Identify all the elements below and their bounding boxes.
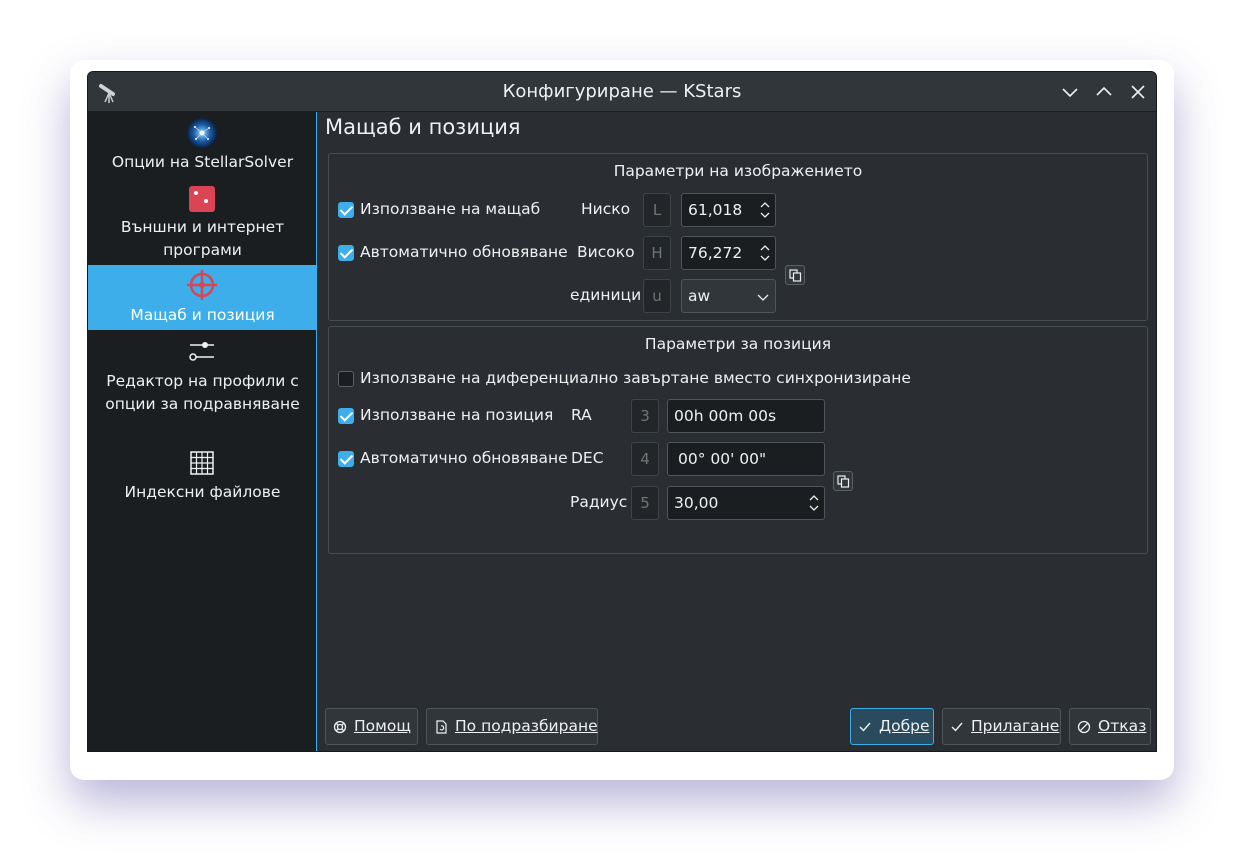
dec-input[interactable]: 00° 00' 00" xyxy=(667,442,825,476)
close-icon xyxy=(1131,85,1145,99)
help-button[interactable]: Помощ xyxy=(325,708,418,745)
minimize-button[interactable] xyxy=(1060,82,1080,102)
defaults-button[interactable]: По подразбиране xyxy=(426,708,598,745)
units-select[interactable]: aw xyxy=(681,279,776,313)
cancel-label: Отказ xyxy=(1098,717,1147,735)
differential-slewing-checkbox[interactable] xyxy=(338,371,354,387)
low-spinbox[interactable]: 61,018 xyxy=(681,193,776,227)
ok-label: Добре xyxy=(879,717,930,735)
stellarsolver-icon xyxy=(187,118,217,148)
use-position-checkbox[interactable] xyxy=(338,408,354,424)
crosshair-icon xyxy=(187,270,217,300)
copy-icon xyxy=(789,269,802,282)
sidebar-item-index-files[interactable]: Индексни файлове xyxy=(88,445,317,509)
sidebar-item-label: Индексни файлове xyxy=(124,483,281,501)
group-title: Параметри за позиция xyxy=(644,335,832,353)
auto-update-position-label: Автоматично обновяване xyxy=(360,449,568,467)
radius-label: Радиус xyxy=(570,493,628,511)
high-label: Високо xyxy=(577,243,635,261)
sidebar-item-label: Редактор на профили с опции за подравняв… xyxy=(105,372,300,413)
units-label: единици xyxy=(570,286,642,304)
help-label: Помощ xyxy=(354,717,411,735)
window-title: Конфигуриране — KStars xyxy=(502,81,742,102)
sidebar: Опции на StellarSolver Външни и интернет… xyxy=(88,112,317,751)
sidebar-item-scale-position[interactable]: Мащаб и позиция xyxy=(88,265,317,330)
differential-slewing-label: Използване на диференциално завъртане вм… xyxy=(360,369,911,387)
group-title: Параметри на изображението xyxy=(613,162,863,180)
auto-update-position-checkbox[interactable] xyxy=(338,451,354,467)
dec-key-box: 4 xyxy=(631,442,659,476)
high-value: 76,272 xyxy=(688,244,743,262)
close-button[interactable] xyxy=(1128,82,1148,102)
auto-update-checkbox[interactable] xyxy=(338,245,354,261)
sidebar-item-profile-editor[interactable]: Редактор на профили с опции за подравняв… xyxy=(88,331,317,443)
checkmark-icon xyxy=(951,722,963,732)
auto-update-label: Автоматично обновяване xyxy=(360,243,568,261)
sidebar-item-label: Мащаб и позиция xyxy=(130,306,275,324)
radius-value: 30,00 xyxy=(674,494,719,512)
sidebar-item-external-programs[interactable]: Външни и интернет програми xyxy=(88,176,317,264)
copy-scale-button[interactable] xyxy=(785,265,805,285)
radius-key-box: 5 xyxy=(631,486,659,520)
spin-arrows-icon[interactable] xyxy=(759,241,771,265)
units-value: aw xyxy=(688,287,711,305)
sidebar-item-label: Опции на StellarSolver xyxy=(111,153,294,171)
dec-label: DEC xyxy=(571,449,604,467)
low-value: 61,018 xyxy=(688,201,743,219)
document-reset-icon xyxy=(436,720,447,734)
low-key-box: L xyxy=(643,193,671,227)
chevron-down-icon xyxy=(1062,88,1078,98)
defaults-label: По подразбиране xyxy=(455,717,598,735)
maximize-button[interactable] xyxy=(1094,82,1114,102)
use-scale-checkbox[interactable] xyxy=(338,202,354,218)
high-key-box: H xyxy=(643,236,671,270)
ra-input[interactable]: 00h 00m 00s xyxy=(667,399,825,433)
use-scale-label: Използване на мащаб xyxy=(360,200,541,218)
ra-key-box: 3 xyxy=(631,399,659,433)
spin-arrows-icon[interactable] xyxy=(808,491,820,515)
ok-button[interactable]: Добре xyxy=(850,708,934,745)
apply-button[interactable]: Прилагане xyxy=(942,708,1061,745)
page-title: Мащаб и позиция xyxy=(325,115,521,139)
copy-position-button[interactable] xyxy=(833,471,853,491)
copy-icon xyxy=(837,475,850,488)
sidebar-item-stellarsolver[interactable]: Опции на StellarSolver xyxy=(88,112,317,176)
sliders-icon xyxy=(189,342,214,361)
settings-page: Мащаб и позиция Параметри на изображение… xyxy=(318,112,1156,751)
low-label: Ниско xyxy=(581,200,631,218)
use-position-label: Използване на позиция xyxy=(360,406,554,424)
external-programs-icon xyxy=(189,186,215,212)
cancel-icon xyxy=(1077,720,1091,734)
image-params-group: Параметри на изображението Използване на… xyxy=(328,153,1148,321)
spin-arrows-icon[interactable] xyxy=(759,198,771,222)
config-dialog: Конфигуриране — KStars Опции на StellarS… xyxy=(87,71,1157,752)
radius-spinbox[interactable]: 30,00 xyxy=(667,486,825,520)
apply-label: Прилагане xyxy=(971,717,1060,735)
lifebuoy-icon xyxy=(333,720,347,734)
high-spinbox[interactable]: 76,272 xyxy=(681,236,776,270)
chevron-up-icon xyxy=(1096,86,1112,96)
grid-icon xyxy=(190,451,214,475)
ra-label: RA xyxy=(571,406,592,424)
sidebar-item-label: Външни и интернет програми xyxy=(120,218,285,259)
chevron-down-icon xyxy=(757,294,769,301)
title-bar[interactable]: Конфигуриране — KStars xyxy=(88,72,1156,112)
position-params-group: Параметри за позиция Използване на дифер… xyxy=(328,326,1148,554)
checkmark-icon xyxy=(859,722,871,732)
cancel-button[interactable]: Отказ xyxy=(1069,708,1151,745)
units-key-box: u xyxy=(643,279,671,313)
